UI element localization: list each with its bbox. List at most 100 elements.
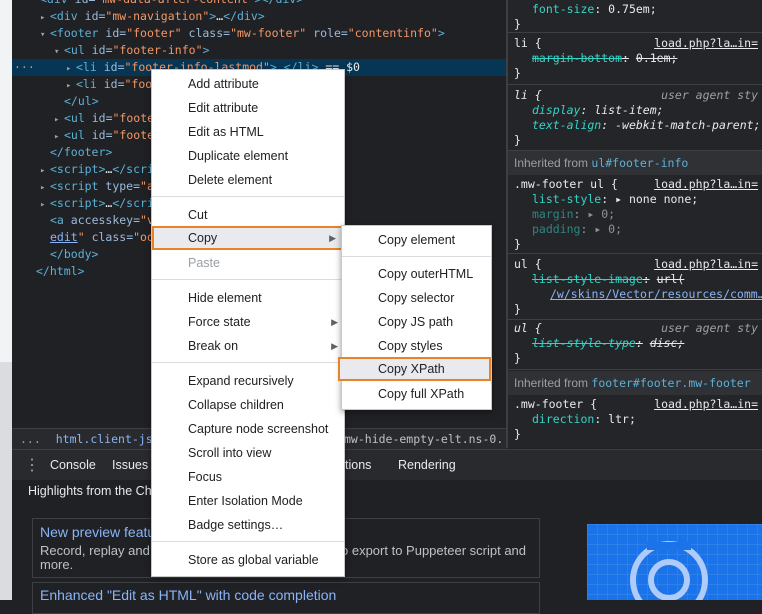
tab-rendering[interactable]: Rendering — [398, 458, 456, 472]
node-more-icon[interactable]: ··· — [14, 59, 35, 76]
menu-expand-recursively[interactable]: Expand recursively — [152, 369, 344, 393]
css-value[interactable]: ltr; — [608, 412, 636, 426]
menu-break-on-label: Break on — [188, 339, 239, 353]
drawer-menu-icon[interactable]: ⋮ — [24, 455, 40, 475]
dom-node-text: </html> — [12, 264, 84, 278]
menu-store-as-global-variable[interactable]: Store as global variable — [152, 548, 344, 572]
tab-issues[interactable]: Issues — [112, 458, 148, 472]
dom-node-text: </ul> — [12, 94, 99, 108]
breadcrumb-item-body[interactable]: mw-hide-empty-elt.ns-0. — [344, 429, 503, 449]
menu-copy-xpath[interactable]: Copy XPath — [338, 357, 491, 381]
menu-cut[interactable]: Cut — [152, 203, 344, 227]
feature-card-2[interactable]: Enhanced "Edit as HTML" with code comple… — [32, 582, 540, 614]
dom-node-markup: <script>…</scri — [50, 162, 154, 176]
menu-enter-isolation-mode[interactable]: Enter Isolation Mode — [152, 489, 344, 513]
css-prop[interactable]: display — [532, 103, 580, 117]
dom-node-text: ▸ <ul id="footer — [12, 128, 161, 142]
rule-source-link[interactable]: load.php?la…in= — [654, 177, 758, 192]
css-value[interactable]: 0; — [608, 222, 622, 236]
menu-separator — [342, 256, 491, 257]
css-prop[interactable]: text-align — [532, 118, 601, 132]
rule-selector[interactable]: ul { — [514, 321, 542, 335]
css-value[interactable]: 0.1em; — [636, 51, 678, 65]
menu-duplicate-element[interactable]: Duplicate element — [152, 144, 344, 168]
menu-collapse-children[interactable]: Collapse children — [152, 393, 344, 417]
css-value[interactable]: 0.75em; — [608, 2, 656, 16]
dom-node[interactable]: ▸ <div id="mw-navigation">…</div> — [12, 8, 506, 25]
inherited-element-link[interactable]: footer#footer.mw-footer — [591, 376, 750, 390]
menu-copy-styles[interactable]: Copy styles — [342, 334, 491, 358]
css-value[interactable]: -webkit-match-parent; — [615, 118, 760, 132]
menu-copy[interactable]: Copy ▶ — [152, 226, 344, 250]
css-prop[interactable]: list-style — [532, 192, 601, 206]
dom-node-text: ▸ <ul id="footer — [12, 111, 161, 125]
style-rule-0: font-size: 0.75em; } — [508, 0, 762, 33]
rule-source-link[interactable]: load.php?la…in= — [654, 257, 758, 272]
menu-copy-js-path[interactable]: Copy JS path — [342, 310, 491, 334]
drawer-tabbar: ⋮ Console Issues tions Rendering — [12, 449, 762, 481]
css-prop[interactable]: list-style-type — [532, 336, 636, 350]
css-prop[interactable]: padding — [532, 222, 580, 236]
menu-separator — [152, 362, 344, 363]
breadcrumb-overflow[interactable]: ... — [20, 432, 41, 446]
dom-node-markup: </html> — [36, 264, 85, 278]
tab-console[interactable]: Console — [50, 458, 96, 472]
css-prop[interactable]: list-style-image — [532, 272, 643, 286]
css-value[interactable]: list-item; — [594, 103, 663, 117]
menu-paste[interactable]: Paste — [152, 251, 344, 275]
rule-selector[interactable]: li { — [514, 36, 542, 50]
dom-node-partial[interactable]: <div id="mw-data-after-content"></div> — [12, 0, 506, 8]
tab-animations[interactable]: tions — [345, 458, 371, 472]
menu-scroll-into-view[interactable]: Scroll into view — [152, 441, 344, 465]
feature-card-title[interactable]: New preview featu — [40, 524, 155, 540]
styles-panel[interactable]: font-size: 0.75em; } li { load.php?la…in=… — [508, 0, 762, 448]
css-value[interactable]: 0; — [601, 207, 615, 221]
menu-force-state[interactable]: Force state ▶ — [152, 310, 344, 334]
rule-selector[interactable]: .mw-footer ul { — [514, 177, 618, 191]
dom-node-text: ▸ <li id="foot — [12, 77, 159, 91]
style-rule-mw-footer-ul: .mw-footer ul { load.php?la…in= list-styl… — [508, 177, 762, 254]
resource-link[interactable]: /w/skins/Vector/resources/comm… — [550, 287, 762, 301]
feature-illustration — [587, 524, 762, 600]
menu-copy-outerhtml[interactable]: Copy outerHTML — [342, 262, 491, 286]
menu-edit-attribute[interactable]: Edit attribute — [152, 96, 344, 120]
css-prop[interactable]: direction — [532, 412, 594, 426]
dom-node-text: ▸ <div id="mw-navigation">…</div> — [12, 9, 265, 23]
rule-selector[interactable]: .mw-footer { — [514, 397, 597, 411]
menu-badge-settings[interactable]: Badge settings… — [152, 513, 344, 537]
rule-close: } — [514, 17, 521, 31]
menu-copy-selector[interactable]: Copy selector — [342, 286, 491, 310]
rule-source-link[interactable]: load.php?la…in= — [654, 36, 758, 51]
css-prop[interactable]: font-size — [532, 2, 594, 16]
rule-selector[interactable]: ul { — [514, 257, 542, 271]
inherited-label: Inherited from — [514, 156, 589, 170]
rule-selector[interactable]: li { — [514, 88, 542, 102]
whats-new-title: Highlights from the Chr — [28, 484, 156, 498]
dom-node-text: ▸ <script type="a — [12, 179, 154, 193]
menu-focus[interactable]: Focus — [152, 465, 344, 489]
dom-node-markup: </ul> — [64, 94, 99, 108]
menu-add-attribute[interactable]: Add attribute — [152, 72, 344, 96]
style-rule-ul: ul {load.php?la…in= list-style-image: ur… — [508, 257, 762, 320]
css-prop[interactable]: margin-bottom — [532, 51, 622, 65]
menu-edit-as-html[interactable]: Edit as HTML — [152, 120, 344, 144]
dom-node-markup: <ul id="footer-info"> — [64, 43, 210, 57]
menu-delete-element[interactable]: Delete element — [152, 168, 344, 192]
menu-capture-node-screenshot[interactable]: Capture node screenshot — [152, 417, 344, 441]
dom-node[interactable]: ▾ <ul id="footer-info"> — [12, 42, 506, 59]
rule-source-link[interactable]: load.php?la…in= — [654, 397, 758, 412]
inherited-element-link[interactable]: ul#footer-info — [591, 156, 688, 170]
menu-hide-element[interactable]: Hide element — [152, 286, 344, 310]
css-value[interactable]: none none; — [629, 192, 698, 206]
menu-copy-element[interactable]: Copy element — [342, 228, 491, 252]
menu-break-on[interactable]: Break on ▶ — [152, 334, 344, 358]
user-agent-label: user agent sty — [661, 88, 758, 102]
style-rule-ul-ua: ul {user agent sty list-style-type: disc… — [508, 321, 762, 370]
dom-node[interactable]: ▾ <footer id="footer" class="mw-footer" r… — [12, 25, 506, 42]
menu-copy-full-xpath[interactable]: Copy full XPath — [342, 382, 491, 406]
css-prop[interactable]: margin — [532, 207, 574, 221]
css-value[interactable]: url( — [657, 272, 685, 286]
whats-new-body: New preview featu Record, replay and mor… — [12, 502, 762, 614]
feature-card-title[interactable]: Enhanced "Edit as HTML" with code comple… — [40, 587, 336, 603]
css-value[interactable]: disc; — [650, 336, 685, 350]
